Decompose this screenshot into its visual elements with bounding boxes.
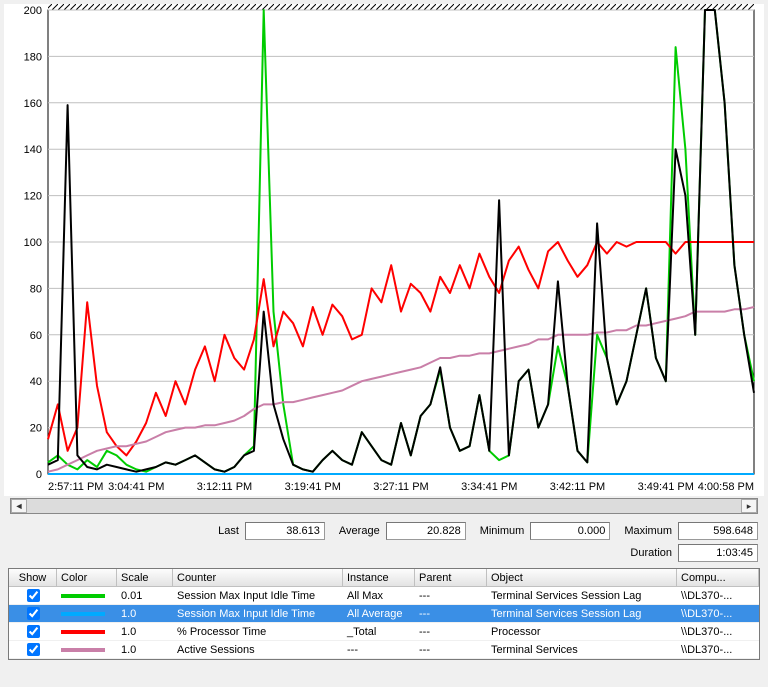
- color-swatch: [61, 648, 105, 652]
- min-label: Minimum: [472, 525, 525, 537]
- svg-text:3:04:41 PM: 3:04:41 PM: [108, 481, 164, 493]
- show-checkbox[interactable]: [27, 589, 40, 602]
- svg-text:20: 20: [30, 423, 42, 435]
- last-value: 38.613: [245, 522, 325, 540]
- svg-text:3:27:11 PM: 3:27:11 PM: [373, 481, 428, 493]
- color-cell: [57, 623, 117, 640]
- scale-cell: 1.0: [117, 605, 173, 622]
- header-show[interactable]: Show: [9, 569, 57, 586]
- svg-text:3:19:41 PM: 3:19:41 PM: [285, 481, 341, 493]
- computer-cell: \\DL370-...: [677, 623, 759, 640]
- svg-text:180: 180: [24, 51, 42, 63]
- svg-text:160: 160: [24, 98, 42, 110]
- parent-cell: ---: [415, 641, 487, 658]
- parent-cell: ---: [415, 605, 487, 622]
- svg-text:40: 40: [30, 376, 42, 388]
- instance-cell: All Max: [343, 587, 415, 604]
- min-value: 0.000: [530, 522, 610, 540]
- svg-text:3:34:41 PM: 3:34:41 PM: [461, 481, 517, 493]
- svg-text:3:42:11 PM: 3:42:11 PM: [550, 481, 605, 493]
- counter-cell: Session Max Input Idle Time: [173, 605, 343, 622]
- color-cell: [57, 641, 117, 658]
- svg-text:60: 60: [30, 330, 42, 342]
- object-cell: Terminal Services Session Lag: [487, 605, 677, 622]
- parent-cell: ---: [415, 623, 487, 640]
- show-checkbox-cell[interactable]: [9, 623, 57, 640]
- header-color[interactable]: Color: [57, 569, 117, 586]
- header-scale[interactable]: Scale: [117, 569, 173, 586]
- color-swatch: [61, 630, 105, 634]
- stats-bar-2: Duration 1:03:45: [4, 542, 764, 564]
- svg-text:3:12:11 PM: 3:12:11 PM: [197, 481, 252, 493]
- show-checkbox-cell[interactable]: [9, 587, 57, 604]
- svg-text:120: 120: [24, 191, 42, 203]
- color-cell: [57, 587, 117, 604]
- header-instance[interactable]: Instance: [343, 569, 415, 586]
- scale-cell: 1.0: [117, 623, 173, 640]
- object-cell: Terminal Services: [487, 641, 677, 658]
- max-value: 598.648: [678, 522, 758, 540]
- computer-cell: \\DL370-...: [677, 641, 759, 658]
- show-checkbox-cell[interactable]: [9, 605, 57, 622]
- table-row[interactable]: 1.0Session Max Input Idle TimeAll Averag…: [9, 605, 759, 623]
- time-scrollbar[interactable]: ◄ ▸: [10, 498, 758, 514]
- avg-label: Average: [331, 525, 380, 537]
- counter-grid[interactable]: Show Color Scale Counter Instance Parent…: [8, 568, 760, 660]
- svg-text:3:49:41 PM: 3:49:41 PM: [638, 481, 694, 493]
- scale-cell: 1.0: [117, 641, 173, 658]
- svg-text:80: 80: [30, 283, 42, 295]
- svg-text:140: 140: [24, 144, 42, 156]
- max-label: Maximum: [616, 525, 672, 537]
- table-row[interactable]: 1.0Active Sessions------Terminal Service…: [9, 641, 759, 659]
- instance-cell: _Total: [343, 623, 415, 640]
- grid-header[interactable]: Show Color Scale Counter Instance Parent…: [9, 569, 759, 587]
- svg-text:200: 200: [24, 5, 42, 17]
- header-object[interactable]: Object: [487, 569, 677, 586]
- color-swatch: [61, 612, 105, 616]
- parent-cell: ---: [415, 587, 487, 604]
- instance-cell: ---: [343, 641, 415, 658]
- svg-text:100: 100: [24, 237, 42, 249]
- computer-cell: \\DL370-...: [677, 587, 759, 604]
- scale-cell: 0.01: [117, 587, 173, 604]
- header-computer[interactable]: Compu...: [677, 569, 759, 586]
- avg-value: 20.828: [386, 522, 466, 540]
- object-cell: Processor: [487, 623, 677, 640]
- stats-bar: Last 38.613 Average 20.828 Minimum 0.000…: [4, 520, 764, 542]
- svg-text:2:57:11 PM: 2:57:11 PM: [48, 481, 103, 493]
- counter-cell: Session Max Input Idle Time: [173, 587, 343, 604]
- table-row[interactable]: 1.0% Processor Time_Total---Processor\\D…: [9, 623, 759, 641]
- show-checkbox[interactable]: [27, 643, 40, 656]
- color-cell: [57, 605, 117, 622]
- show-checkbox[interactable]: [27, 607, 40, 620]
- scroll-thumb[interactable]: [27, 499, 741, 513]
- color-swatch: [61, 594, 105, 598]
- scroll-left-button[interactable]: ◄: [11, 499, 27, 513]
- svg-text:4:00:58 PM: 4:00:58 PM: [698, 481, 754, 493]
- counter-cell: % Processor Time: [173, 623, 343, 640]
- dur-value: 1:03:45: [678, 544, 758, 562]
- dur-label: Duration: [622, 547, 672, 559]
- svg-text:0: 0: [36, 469, 42, 481]
- header-parent[interactable]: Parent: [415, 569, 487, 586]
- computer-cell: \\DL370-...: [677, 605, 759, 622]
- counter-cell: Active Sessions: [173, 641, 343, 658]
- show-checkbox[interactable]: [27, 625, 40, 638]
- scroll-right-button[interactable]: ▸: [741, 499, 757, 513]
- object-cell: Terminal Services Session Lag: [487, 587, 677, 604]
- header-counter[interactable]: Counter: [173, 569, 343, 586]
- table-row[interactable]: 0.01Session Max Input Idle TimeAll Max--…: [9, 587, 759, 605]
- last-label: Last: [210, 525, 239, 537]
- instance-cell: All Average: [343, 605, 415, 622]
- show-checkbox-cell[interactable]: [9, 641, 57, 658]
- perfmon-chart[interactable]: 0 20 40 60 80 100 120 140 160 180 200 2:57:11 PM 3:0…: [4, 4, 764, 496]
